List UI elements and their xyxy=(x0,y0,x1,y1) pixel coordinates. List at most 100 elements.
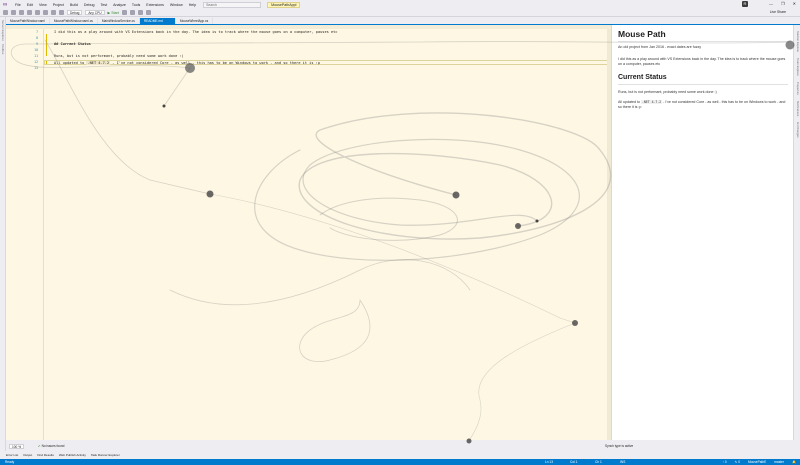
preview-intro: An old project from Jan 2016 - exact dat… xyxy=(618,45,702,49)
close-button[interactable]: ✕ xyxy=(793,1,796,6)
editor-footer xyxy=(6,440,793,451)
platform-dropdown[interactable]: Any CPU xyxy=(85,9,105,16)
toolbar-icon-c[interactable] xyxy=(137,10,143,15)
status-right-items: ↑ 0 ✎ 0 MousePathE master 🔔 xyxy=(722,460,796,464)
start-button[interactable]: ▶ Start xyxy=(108,11,119,15)
menu-item-analyze[interactable]: Analyze xyxy=(113,3,126,7)
preview-title: Mouse Path xyxy=(618,29,666,39)
status-insert-mode: INS xyxy=(620,460,626,464)
menu-bar: File Edit View Project Build Debug Test Analyze… xyxy=(12,3,199,7)
code-text: All updated to xyxy=(54,61,87,65)
bottom-tab-task-runner-explorer[interactable]: Task Runner Explorer xyxy=(91,453,120,457)
save-all-icon[interactable] xyxy=(43,10,48,15)
menu-item-debug[interactable]: Debug xyxy=(84,3,95,7)
minimize-button[interactable]: — xyxy=(769,1,773,6)
menu-item-window[interactable]: Window xyxy=(170,3,183,7)
menu-item-help[interactable]: Help xyxy=(189,3,196,7)
menu-item-edit[interactable]: Edit xyxy=(27,3,33,7)
bottom-tab-error-list[interactable]: Error List xyxy=(6,453,18,457)
preview-paragraph: Runs, but is not performant, probably ne… xyxy=(618,90,717,94)
markdown-editor[interactable]: 7 8 9 10 11 12 13 I did this as a play a… xyxy=(6,25,611,440)
forward-icon[interactable] xyxy=(11,10,16,15)
menu-item-view[interactable]: View xyxy=(39,3,47,7)
status-ready: Ready xyxy=(5,460,15,464)
toolbox-tab[interactable]: Toolbox xyxy=(1,44,5,54)
editor-nav-bar xyxy=(6,25,611,29)
configuration-dropdown[interactable]: Debug xyxy=(67,9,83,16)
git-changes-tab[interactable]: Git Changes xyxy=(796,122,800,138)
toolbar-icon-d[interactable] xyxy=(145,10,151,15)
bottom-tab-find-results[interactable]: Find Results xyxy=(37,453,54,457)
server-explorer-tab[interactable]: Server Explorer xyxy=(1,20,5,41)
zoom-dropdown[interactable]: 100 % xyxy=(9,444,25,449)
preview-rule xyxy=(618,84,788,85)
search-input[interactable]: Search xyxy=(203,1,262,8)
status-line: Ln 13 xyxy=(545,460,553,464)
code-line: Runs, but is not performant, probably ne… xyxy=(54,54,184,58)
bottom-tab-web-publish-activity[interactable]: Web Publish Activity xyxy=(59,453,86,457)
preview-text: All updated to xyxy=(618,100,641,104)
redo-icon[interactable] xyxy=(59,10,64,15)
maximize-button[interactable]: ❐ xyxy=(781,1,785,6)
menu-item-test[interactable]: Test xyxy=(101,3,108,7)
preview-sync-status: Synch type is active xyxy=(605,444,634,448)
line-number: 9 xyxy=(36,42,38,46)
document-tabs: MousePathWindow.xaml MousePathWindow.xaml… xyxy=(6,17,800,24)
team-explorer-tab[interactable]: Team Explorer xyxy=(796,58,800,76)
markdown-preview: Mouse Path An old project from Jan 2016 … xyxy=(611,25,793,440)
status-column: Col 1 xyxy=(570,460,578,464)
line-number: 10 xyxy=(34,48,38,52)
properties-tab[interactable]: Properties xyxy=(796,82,800,95)
status-item[interactable]: ↑ 0 xyxy=(722,460,726,464)
status-item[interactable]: ✎ 0 xyxy=(735,460,740,464)
line-number-gutter: 7 8 9 10 11 12 13 xyxy=(6,29,44,440)
status-item[interactable]: 🔔 xyxy=(792,460,796,464)
code-inline: .NET 4.7.2 xyxy=(86,61,111,65)
user-avatar[interactable]: R xyxy=(742,1,748,7)
line-number: 7 xyxy=(36,30,38,34)
issues-indicator[interactable]: ✔ No issues found xyxy=(38,444,64,449)
menu-item-file[interactable]: File xyxy=(15,3,21,7)
status-char: Ch 1 xyxy=(595,460,602,464)
line-number: 11 xyxy=(34,54,38,58)
menu-item-tools[interactable]: Tools xyxy=(132,3,140,7)
status-bar: Ready Ln 13 Col 1 Ch 1 INS ↑ 0 ✎ 0 MousePa… xyxy=(0,459,800,465)
bottom-tool-tabs: Error List Output Find Results Web Publish … xyxy=(0,451,800,459)
menu-item-build[interactable]: Build xyxy=(70,3,78,7)
code-line: I did this as a play around with VS Exte… xyxy=(54,30,338,34)
code-text: - I've not considered Core - as well - t… xyxy=(110,61,320,65)
solution-explorer-tab[interactable]: Solution Explorer xyxy=(796,31,800,52)
preview-status-heading: Current Status xyxy=(618,74,667,81)
toolbar-icon-b[interactable] xyxy=(129,10,135,15)
save-icon[interactable] xyxy=(35,10,40,15)
bottom-tab-output[interactable]: Output xyxy=(23,453,32,457)
toolbar: Debug Any CPU ▶ Start xyxy=(0,9,800,17)
status-item[interactable]: MousePathE xyxy=(748,460,766,464)
line-number: 12 xyxy=(34,60,38,64)
window-title: MousePathAppl xyxy=(267,1,301,8)
preview-paragraph: I did this as a play around with VS Exte… xyxy=(618,57,786,67)
issues-label: No issues found xyxy=(41,444,65,448)
check-icon: ✔ xyxy=(38,444,41,448)
menu-item-project[interactable]: Project xyxy=(53,3,64,7)
preview-code: .NET 4.7.2 xyxy=(640,100,663,104)
open-file-icon[interactable] xyxy=(27,10,32,15)
title-bar: ∞ File Edit View Project Build Debug Test Analy… xyxy=(0,0,800,9)
code-line-heading: ## Current Status xyxy=(54,42,91,46)
line-number: 13 xyxy=(34,66,38,70)
back-icon[interactable] xyxy=(3,10,8,15)
window-controls: — ❐ ✕ xyxy=(769,1,796,6)
change-marker xyxy=(46,34,47,56)
undo-icon[interactable] xyxy=(51,10,56,15)
status-item[interactable]: master xyxy=(774,460,784,464)
new-file-icon[interactable] xyxy=(19,10,24,15)
right-tool-strip: Solution Explorer Team Explorer Properti… xyxy=(793,25,800,440)
toolbar-icon-a[interactable] xyxy=(121,10,127,15)
visual-studio-logo-icon: ∞ xyxy=(3,1,8,8)
preview-rule xyxy=(618,41,788,42)
live-share-button[interactable]: Live Share xyxy=(770,10,786,14)
notifications-tab[interactable]: Notifications xyxy=(796,101,800,116)
menu-item-extensions[interactable]: Extensions xyxy=(146,3,164,7)
code-line: All updated to .NET 4.7.2 - I've not con… xyxy=(54,61,320,65)
line-number: 8 xyxy=(36,36,38,40)
